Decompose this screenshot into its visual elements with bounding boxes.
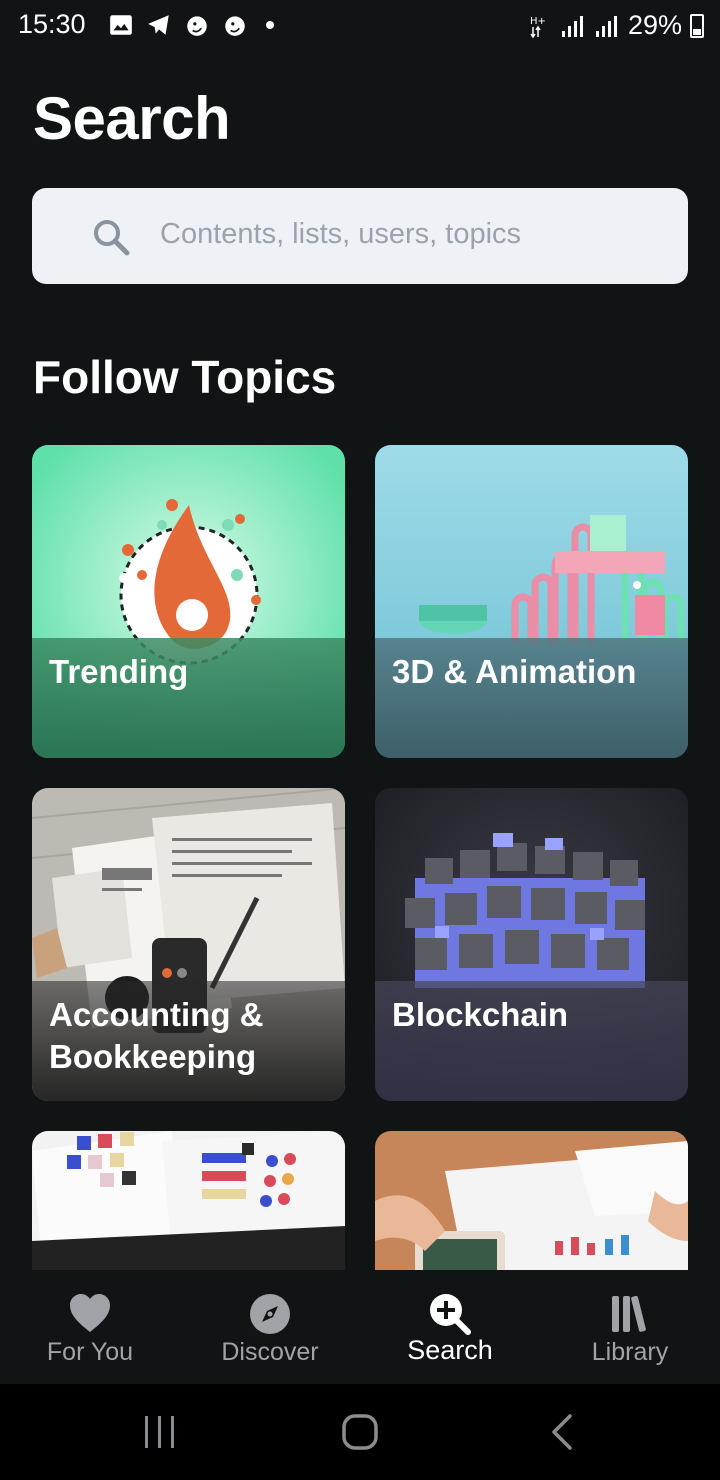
signal-icon [561, 15, 583, 37]
signal-icon [595, 15, 617, 37]
nav-for-you[interactable]: For You [0, 1270, 180, 1384]
design-swatches-image [32, 1131, 345, 1270]
home-icon[interactable] [340, 1412, 380, 1452]
topic-label: Accounting & Bookkeeping [49, 996, 264, 1075]
lion-icon [187, 16, 207, 36]
system-status: H+ 29% [530, 10, 704, 41]
compass-icon [250, 1294, 290, 1334]
topic-label: Blockchain [392, 996, 569, 1033]
search-icon [94, 220, 130, 256]
nav-label: Discover [221, 1338, 319, 1366]
image-icon [110, 15, 132, 35]
search-input[interactable]: Contents, lists, users, topics [32, 188, 688, 284]
topic-card-blockchain[interactable]: Blockchain [375, 788, 688, 1101]
notification-dot [266, 21, 274, 29]
topic-grid: Trending 3D & Animation Accounting & Boo… [32, 445, 688, 1270]
section-title-follow-topics: Follow Topics [33, 351, 337, 403]
telegram-icon [148, 15, 169, 35]
nav-library[interactable]: Library [540, 1270, 720, 1384]
topic-label: Trending [49, 653, 189, 690]
nav-label: Library [591, 1338, 669, 1366]
nav-label: Search [407, 1335, 493, 1365]
system-navigation-bar [0, 1384, 720, 1480]
svg-text:H+: H+ [530, 16, 546, 27]
page-title: Search [33, 85, 231, 152]
topic-label: 3D & Animation [392, 653, 637, 690]
topic-card-3d-animation[interactable]: 3D & Animation [375, 445, 688, 758]
notification-icons [108, 12, 274, 38]
heart-icon [70, 1294, 110, 1332]
status-time: 15:30 [18, 9, 86, 39]
battery-percent: 29% [627, 10, 682, 40]
nav-label: For You [46, 1338, 134, 1366]
topic-card-business[interactable] [375, 1131, 688, 1270]
bottom-navigation: For You Discover Search Library [0, 1270, 720, 1384]
topic-card-accounting-bookkeeping[interactable]: Accounting & Bookkeeping [32, 788, 345, 1101]
library-icon [612, 1295, 646, 1332]
lion-icon [225, 16, 245, 36]
data-arrows-icon: H+ [530, 16, 546, 38]
back-icon[interactable] [542, 1412, 582, 1452]
battery-icon [690, 13, 704, 38]
search-placeholder: Contents, lists, users, topics [160, 218, 522, 250]
topic-card-design[interactable] [32, 1131, 345, 1270]
status-bar: 15:30 H+ 29% [0, 0, 720, 52]
search-plus-icon [430, 1294, 471, 1335]
nav-discover[interactable]: Discover [180, 1270, 360, 1384]
recent-apps-icon[interactable] [140, 1412, 180, 1452]
business-charts-image [375, 1131, 688, 1270]
nav-search[interactable]: Search [360, 1270, 540, 1384]
topic-card-trending[interactable]: Trending [32, 445, 345, 758]
